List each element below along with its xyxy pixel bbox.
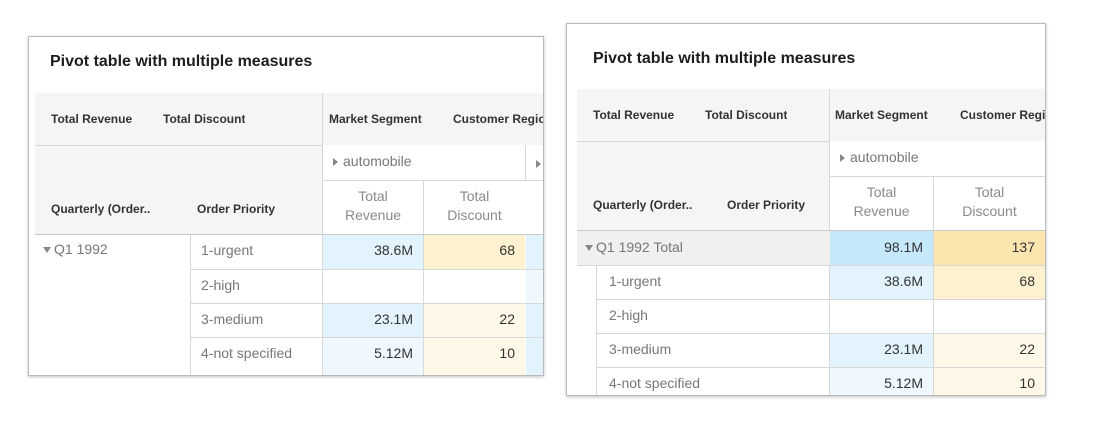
panel-title: Pivot table with multiple measures — [50, 53, 313, 70]
row-field-quarterly[interactable]: Quarterly (Order.. — [51, 202, 150, 216]
row-label-4-not-specified: 4-not specified — [609, 375, 701, 391]
row-label-1-urgent: 1-urgent — [201, 242, 254, 258]
cell-revenue-3-medium[interactable]: 23.1M — [830, 334, 933, 367]
row-group-label: Q1 1992 Total — [596, 239, 683, 255]
cell-revenue-1-urgent[interactable]: 38.6M — [830, 266, 933, 299]
cell-revenue-2-high[interactable] — [323, 270, 423, 303]
segment-label: automobile — [343, 153, 412, 169]
row-group-q1-1992-total[interactable]: Q1 1992 Total — [577, 231, 829, 265]
row-group-label: Q1 1992 — [54, 241, 108, 257]
expand-right-icon — [840, 154, 845, 163]
measure-header-total-discount[interactable]: Total Discount — [934, 177, 1045, 230]
cell-discount-4-not-specified[interactable]: 10 — [424, 338, 525, 375]
collapse-down-icon — [585, 245, 593, 252]
measure-header-total-revenue[interactable]: Total Revenue — [323, 181, 423, 234]
row-header-area — [35, 145, 323, 235]
pivot-panel-left: Pivot table with multiple measures Total… — [28, 36, 544, 376]
expand-right-icon — [333, 158, 338, 167]
cell-discount-3-medium[interactable]: 22 — [934, 334, 1045, 367]
cell-revenue-3-medium[interactable]: 23.1M — [323, 304, 423, 337]
value-field-total-revenue[interactable]: Total Revenue — [51, 112, 132, 126]
pivot-grid: Total Revenue Total Discount Market Segm… — [35, 93, 543, 375]
cell-discount-1-urgent[interactable]: 68 — [424, 235, 525, 269]
cell-next-column — [526, 235, 543, 269]
value-field-total-discount[interactable]: Total Discount — [163, 112, 245, 126]
cell-revenue-group-total[interactable]: 98.1M — [830, 231, 933, 265]
pivot-panel-right: Pivot table with multiple measures Total… — [566, 23, 1046, 396]
row-label-2-high: 2-high — [201, 277, 240, 293]
cell-revenue-4-not-specified[interactable]: 5.12M — [323, 338, 423, 375]
row-label-1-urgent: 1-urgent — [609, 273, 662, 289]
row-header-area — [577, 141, 829, 231]
cell-discount-1-urgent[interactable]: 68 — [934, 266, 1045, 299]
cell-next-column — [526, 338, 543, 375]
expand-right-icon — [536, 160, 541, 169]
next-segment-header[interactable] — [526, 145, 543, 180]
row-field-order-priority[interactable]: Order Priority — [197, 202, 275, 216]
row-label-3-medium: 3-medium — [201, 311, 264, 327]
row-label-4-not-specified: 4-not specified — [201, 345, 293, 361]
cell-discount-2-high[interactable] — [424, 270, 525, 303]
row-group-q1-1992[interactable]: Q1 1992 — [35, 235, 190, 265]
cell-discount-2-high[interactable] — [934, 300, 1045, 333]
segment-header-automobile[interactable]: automobile — [323, 145, 525, 180]
column-field-customer-region[interactable]: Customer Regio — [960, 108, 1045, 122]
row-label-3-medium: 3-medium — [609, 341, 672, 357]
column-field-customer-region[interactable]: Customer Regio — [453, 112, 543, 126]
collapse-down-icon — [43, 247, 51, 254]
cell-discount-4-not-specified[interactable]: 10 — [934, 368, 1045, 395]
cell-next-column — [526, 270, 543, 303]
segment-header-automobile[interactable]: automobile — [830, 141, 1045, 176]
panel-title: Pivot table with multiple measures — [593, 50, 856, 67]
column-field-market-segment[interactable]: Market Segment — [329, 112, 422, 126]
cell-revenue-2-high[interactable] — [830, 300, 933, 333]
row-field-order-priority[interactable]: Order Priority — [727, 198, 805, 212]
value-field-total-discount[interactable]: Total Discount — [705, 108, 787, 122]
cell-revenue-1-urgent[interactable]: 38.6M — [323, 235, 423, 269]
measure-header-total-discount[interactable]: Total Discount — [424, 181, 525, 234]
value-field-total-revenue[interactable]: Total Revenue — [593, 108, 674, 122]
row-label-2-high: 2-high — [609, 307, 648, 323]
cell-next-column — [526, 304, 543, 337]
cell-discount-group-total[interactable]: 137 — [934, 231, 1045, 265]
pivot-grid: Total Revenue Total Discount Market Segm… — [577, 89, 1045, 395]
cell-discount-3-medium[interactable]: 22 — [424, 304, 525, 337]
column-field-market-segment[interactable]: Market Segment — [835, 108, 928, 122]
segment-label: automobile — [850, 149, 919, 165]
measure-header-total-revenue[interactable]: Total Revenue — [830, 177, 933, 230]
cell-revenue-4-not-specified[interactable]: 5.12M — [830, 368, 933, 395]
row-field-quarterly[interactable]: Quarterly (Order.. — [593, 198, 692, 212]
